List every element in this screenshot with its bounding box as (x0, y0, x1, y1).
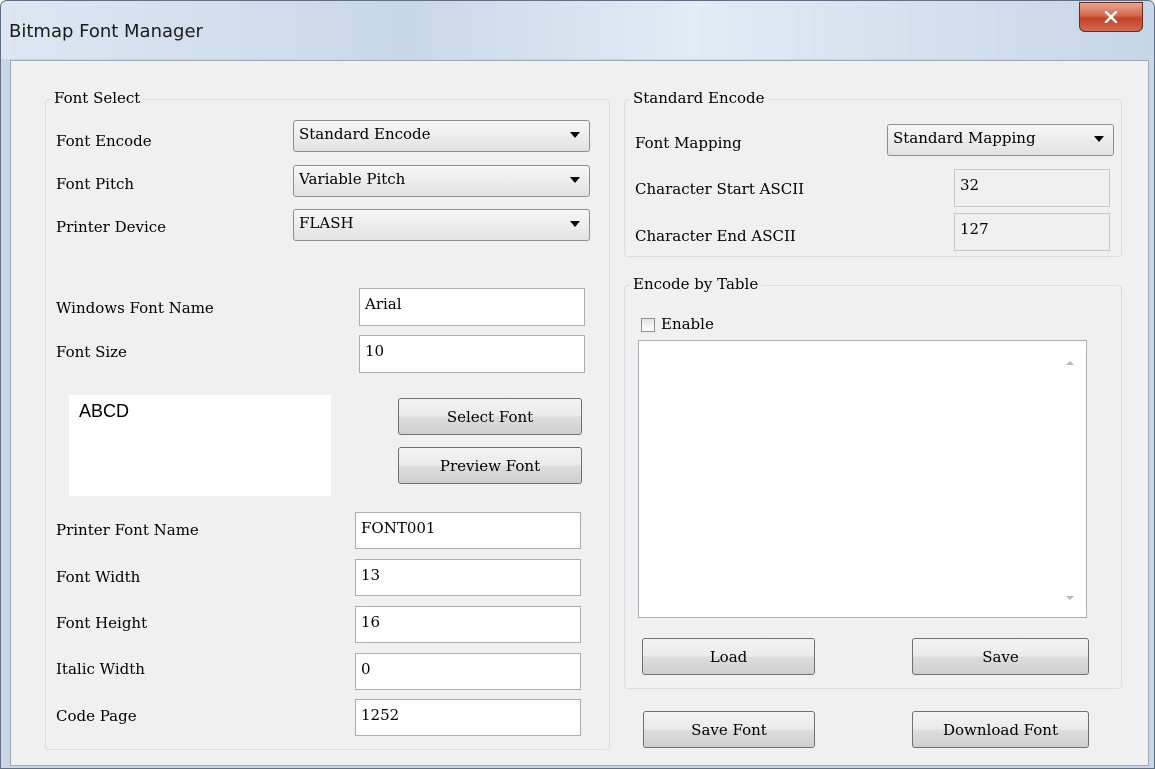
font-pitch-label: Font Pitch (56, 175, 135, 193)
printer-device-select[interactable]: FLASH (293, 209, 590, 241)
font-encode-value: Standard Encode (299, 125, 431, 143)
code-page-input[interactable]: 1252 (355, 699, 581, 736)
printer-device-value: FLASH (299, 214, 354, 232)
printer-font-name-label: Printer Font Name (56, 521, 199, 539)
save-font-button[interactable]: Save Font (643, 711, 815, 748)
font-width-input[interactable]: 13 (355, 559, 581, 596)
dialog-client-area: Font Select Font Encode Standard Encode … (10, 60, 1149, 766)
preview-font-button[interactable]: Preview Font (398, 447, 582, 484)
font-size-label: Font Size (56, 343, 127, 361)
chevron-down-icon (1094, 136, 1104, 142)
save-button[interactable]: Save (912, 638, 1089, 675)
windows-font-name-input[interactable]: Arial (359, 288, 585, 326)
font-encode-select[interactable]: Standard Encode (293, 120, 590, 152)
app-window: Bitmap Font Manager Font Select Font Enc… (0, 0, 1155, 769)
encode-by-table-legend: Encode by Table (630, 276, 762, 292)
font-height-label: Font Height (56, 614, 148, 632)
printer-font-name-input[interactable]: FONT001 (355, 512, 581, 549)
font-preview-text: ABCD (79, 401, 130, 421)
char-start-ascii-field: 32 (954, 169, 1110, 207)
encode-table-textarea[interactable] (638, 340, 1087, 618)
font-select-legend: Font Select (51, 90, 144, 106)
font-encode-label: Font Encode (56, 132, 152, 150)
window-title: Bitmap Font Manager (9, 21, 203, 42)
font-pitch-select[interactable]: Variable Pitch (293, 165, 590, 197)
code-page-label: Code Page (56, 707, 137, 725)
italic-width-input[interactable]: 0 (355, 653, 581, 690)
font-size-input[interactable]: 10 (359, 335, 585, 373)
font-pitch-value: Variable Pitch (299, 170, 406, 188)
chevron-down-icon (570, 132, 580, 138)
windows-font-name-label: Windows Font Name (56, 299, 214, 317)
font-preview-box: ABCD (69, 395, 331, 496)
chevron-down-icon (570, 177, 580, 183)
scroll-down-icon[interactable] (1066, 596, 1074, 600)
font-mapping-select[interactable]: Standard Mapping (887, 124, 1114, 156)
close-button[interactable] (1079, 2, 1143, 32)
enable-label: Enable (661, 315, 714, 333)
download-font-button[interactable]: Download Font (912, 711, 1089, 748)
font-width-label: Font Width (56, 568, 141, 586)
select-font-button[interactable]: Select Font (398, 398, 582, 435)
char-end-ascii-label: Character End ASCII (635, 227, 796, 245)
font-mapping-value: Standard Mapping (893, 129, 1036, 147)
enable-checkbox[interactable] (641, 318, 655, 332)
font-height-input[interactable]: 16 (355, 606, 581, 643)
standard-encode-legend: Standard Encode (630, 90, 768, 106)
char-end-ascii-field: 127 (954, 213, 1110, 251)
italic-width-label: Italic Width (56, 660, 145, 678)
font-mapping-label: Font Mapping (635, 134, 742, 152)
scroll-up-icon[interactable] (1066, 361, 1074, 365)
chevron-down-icon (570, 221, 580, 227)
printer-device-label: Printer Device (56, 218, 167, 236)
char-start-ascii-label: Character Start ASCII (635, 180, 805, 198)
close-icon (1104, 11, 1118, 23)
title-bar: Bitmap Font Manager (1, 1, 1154, 59)
load-button[interactable]: Load (642, 638, 815, 675)
